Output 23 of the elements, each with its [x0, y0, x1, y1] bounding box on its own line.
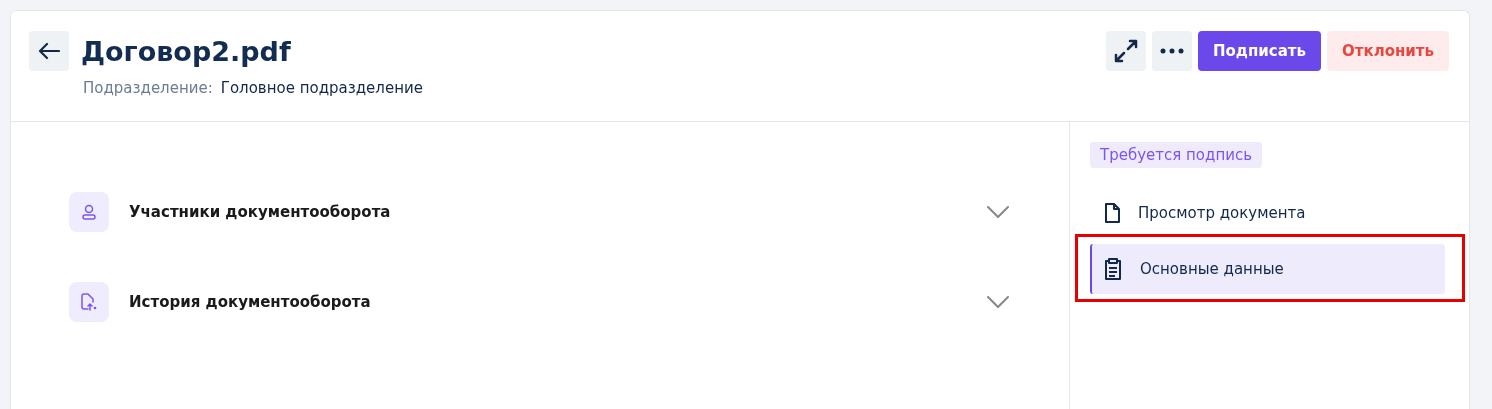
department-label: Подразделение:	[83, 79, 213, 97]
nav-item-label: Просмотр документа	[1138, 204, 1306, 222]
nav-item-label: Основные данные	[1140, 260, 1284, 278]
section-title[interactable]: История документооборота	[129, 293, 967, 311]
chevron-icon[interactable]	[987, 206, 1009, 218]
nav-item[interactable]: Основные данные	[1090, 244, 1445, 294]
back-button[interactable]	[29, 31, 69, 71]
chevron-icon[interactable]	[987, 296, 1009, 308]
person-icon	[82, 204, 96, 220]
more-button[interactable]	[1151, 31, 1192, 71]
expand-icon	[1112, 38, 1139, 64]
expand-button[interactable]	[1105, 31, 1146, 71]
document-title: Договор2.pdf	[81, 35, 291, 67]
document-icon	[1104, 203, 1120, 223]
status-tag: Требуется подпись	[1090, 142, 1263, 168]
section-title[interactable]: Участники документооборота	[129, 203, 967, 221]
back-arrow-icon	[38, 42, 60, 60]
clipboard-icon	[1104, 258, 1122, 280]
more-icon	[1159, 48, 1184, 54]
department-value: Головное подразделение	[220, 79, 423, 97]
nav-item[interactable]: Просмотр документа	[1090, 188, 1445, 238]
sign-button[interactable]: Подписать	[1197, 31, 1321, 71]
file-arrow-icon	[81, 293, 97, 311]
